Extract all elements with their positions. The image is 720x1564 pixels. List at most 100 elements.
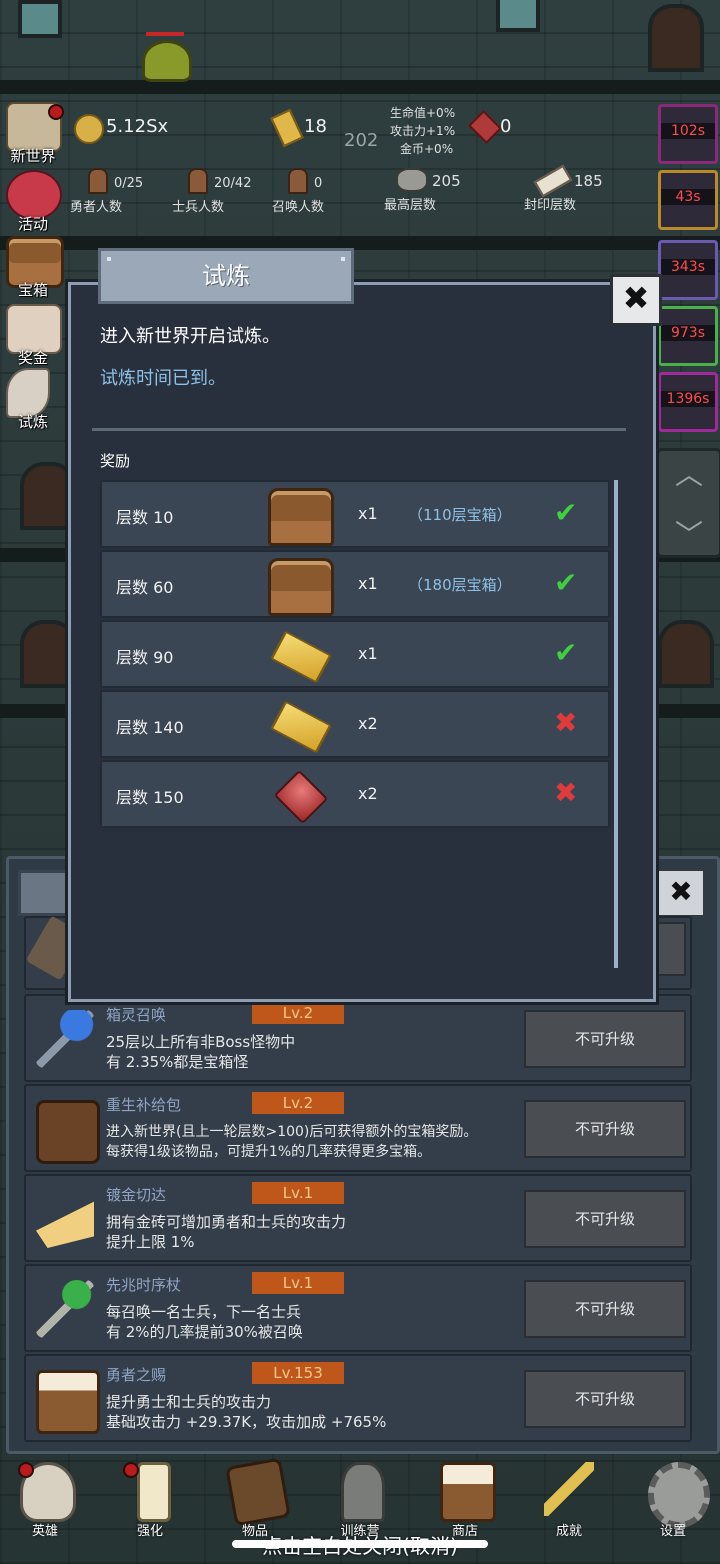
chest-icon [268,558,334,616]
left-menu-new-world[interactable]: 新世界 [0,100,66,166]
gold-bar-icon [270,630,332,684]
item-level-badge: Lv.1 [252,1272,344,1294]
dialog-scrollbar[interactable] [614,480,618,968]
reward-row: 层数 150 x2 ✖ [100,760,610,828]
gold-value: 5.12Sx [106,116,169,137]
gem-count: 0 [500,116,512,137]
bonus-atk: 攻击力+1% [390,124,456,138]
check-icon: ✔ [554,566,578,599]
nav-shop[interactable]: 商店 [420,1458,510,1540]
sealed-floor-label: 封印层数 [524,198,577,213]
candle-icon [137,1462,171,1522]
buff-timer[interactable]: 43s [658,170,718,230]
item-level-badge: Lv.153 [252,1362,344,1384]
item-desc-line: 进入新世界(且上一轮层数>100)后可获得额外的宝箱奖励。 [106,1124,478,1140]
heroes-value: 0/25 [114,176,144,191]
chevron-up-icon[interactable]: ︿ [659,453,719,493]
soldiers-value: 20/42 [214,176,252,191]
upgrade-button[interactable]: 不可升级 [524,1280,686,1338]
nav-items[interactable]: 物品 [210,1457,300,1540]
floor-divider [0,80,720,94]
dialog-title: 试炼 [98,248,354,304]
upgrade-button[interactable]: 不可升级 [524,1190,686,1248]
item-desc: 25层以上所有非Boss怪物中有 2.35%都是宝箱怪 [106,1032,526,1072]
dialog-status: 试炼时间已到。 [100,368,226,389]
item-desc-line: 有 2.35%都是宝箱怪 [106,1053,249,1071]
hero-icon [88,168,108,194]
buff-timer[interactable]: 102s [658,104,718,164]
reward-heading: 奖励 [100,452,131,470]
item-desc-line: 基础攻击力 +29.37K，攻击加成 +765% [106,1413,387,1431]
reward-qty: x1 [358,504,378,523]
left-menu-label: 试炼 [17,413,48,431]
cheese-icon [36,1201,94,1248]
item-name: 重生补给包 [106,1096,182,1114]
dialog-close-button[interactable]: ✖ [610,274,662,326]
cross-icon: ✖ [554,706,578,739]
home-indicator[interactable] [232,1540,488,1548]
buff-timer[interactable]: 973s [658,306,718,366]
buff-timer[interactable]: 1396s [658,372,718,432]
timer-text: 43s [661,189,715,205]
reward-qty: x1 [358,574,378,593]
coin-icon [74,114,104,144]
upgrade-button[interactable]: 不可升级 [524,1100,686,1158]
list-item: 先兆时序杖 Lv.1 每召唤一名士兵，下一名士兵有 2%的几率提前30%被召唤 … [24,1264,692,1352]
enemy-hp-bar [146,32,184,36]
nav-achievements[interactable]: 成就 [524,1458,614,1540]
nav-heroes[interactable]: 英雄 [0,1458,90,1540]
timer-text: 343s [661,259,715,275]
item-desc: 提升勇士和士兵的攻击力基础攻击力 +29.37K，攻击加成 +765% [106,1392,526,1432]
notification-dot [18,1462,34,1478]
floor-center: 202 [344,130,379,151]
key-icon [544,1462,594,1516]
upgrade-button[interactable]: 不可升级 [524,1010,686,1068]
door-icon [648,4,704,72]
item-name: 勇者之赐 [106,1366,167,1384]
soldier-icon [188,168,208,194]
reward-qty: x1 [358,644,378,663]
list-item: 镀金切达 Lv.1 拥有金砖可增加勇者和士兵的攻击力 提升上限 1% 不可升级 [24,1174,692,1262]
chest-icon [268,488,334,546]
nav-training[interactable]: 训练营 [315,1458,405,1540]
buff-timer[interactable]: 343s [658,240,718,300]
reward-note: （110层宝箱） [408,506,512,524]
gold-bar-count: 18 [304,116,327,137]
reward-qty: x2 [358,784,378,803]
left-menu-bonus[interactable]: 奖金 [0,302,66,368]
slime-enemy[interactable] [142,40,192,82]
floor-scroll-control[interactable]: ︿ ﹀ [656,448,720,558]
list-item: 勇者之赐 Lv.153 提升勇士和士兵的攻击力基础攻击力 +29.37K，攻击加… [24,1354,692,1442]
reward-note: （180层宝箱） [408,576,512,594]
reward-row: 层数 10 x1 （110层宝箱） ✔ [100,480,610,548]
staff-green-icon [36,1280,94,1338]
window-icon [496,0,540,32]
items-close-button[interactable] [656,868,706,918]
item-desc-line: 每召唤一名士兵，下一名士兵 [106,1303,302,1321]
item-desc-line: 提升勇士和士兵的攻击力 [106,1393,272,1411]
summons-label: 召唤人数 [272,200,325,215]
upgrade-button[interactable]: 不可升级 [524,1370,686,1428]
divider [92,428,626,431]
close-icon: ✖ [622,279,650,317]
book-icon [225,1457,291,1527]
gold-bar-icon [270,700,332,754]
max-floor-label: 最高层数 [384,198,437,213]
nav-settings[interactable]: 设置 [628,1458,718,1540]
list-item: 重生补给包 Lv.2 进入新世界(且上一轮层数>100)后可获得额外的宝箱奖励。… [24,1084,692,1172]
left-menu-trial[interactable]: 试炼 [0,366,66,432]
item-desc: 进入新世界(且上一轮层数>100)后可获得额外的宝箱奖励。 每获得1级该物品，可提… [106,1122,546,1162]
item-level-badge: Lv.2 [252,1092,344,1114]
item-desc: 拥有金砖可增加勇者和士兵的攻击力 提升上限 1% [106,1212,526,1252]
check-icon: ✔ [554,636,578,669]
summon-icon [288,168,308,194]
item-desc-line: 拥有金砖可增加勇者和士兵的攻击力 [106,1213,347,1231]
sealed-floor-value: 185 [574,172,603,190]
left-menu-event[interactable]: 活动 [0,168,66,234]
left-menu-chest[interactable]: 宝箱 [0,234,66,300]
reward-row: 层数 60 x1 （180层宝箱） ✔ [100,550,610,618]
nav-upgrade[interactable]: 强化 [105,1458,195,1540]
dialog-message: 进入新世界开启试炼。 [100,326,280,347]
chevron-down-icon[interactable]: ﹀ [659,513,719,553]
timer-text: 102s [661,123,715,139]
